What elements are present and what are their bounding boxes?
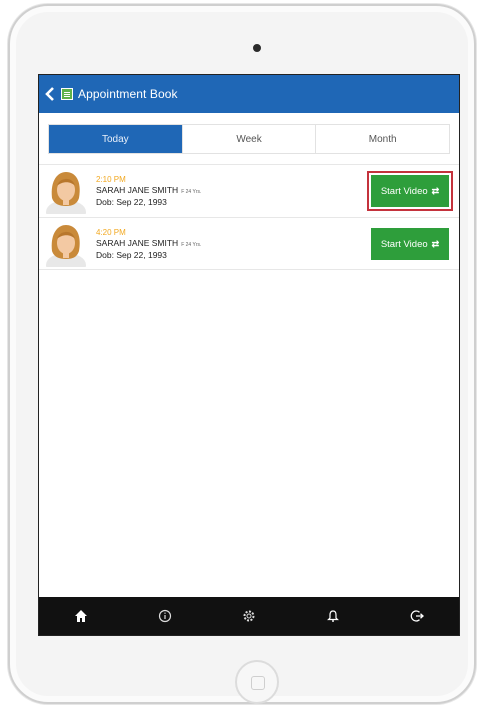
avatar — [44, 221, 88, 267]
avatar — [44, 168, 88, 214]
start-video-label: Start Video — [380, 185, 428, 197]
tab-month[interactable]: Month — [316, 125, 450, 153]
appointment-info: 4:20 PM SARAH JANE SMITH F 24 Yrs. Dob: S… — [96, 228, 201, 260]
appointment-row[interactable]: 4:20 PM SARAH JANE SMITH F 24 Yrs. Dob: S… — [39, 217, 459, 270]
appointment-time: 2:10 PM — [96, 175, 126, 184]
start-video-label: Start Video — [380, 238, 428, 250]
swap-arrows-icon: ⇄ — [431, 185, 440, 196]
camera-dot — [253, 44, 261, 52]
start-video-button[interactable]: Start Video ⇄ — [367, 171, 453, 211]
app-header: Appointment Book — [39, 75, 459, 113]
appointment-row[interactable]: 2:10 PM SARAH JANE SMITH F 24 Yrs. Dob: S… — [39, 164, 459, 217]
patient-meta: F 24 Yrs. — [181, 189, 202, 195]
swap-arrows-icon: ⇄ — [431, 238, 440, 249]
patient-name-text: SARAH JANE SMITH — [96, 185, 179, 195]
patient-name: SARAH JANE SMITH F 24 Yrs. — [96, 185, 201, 197]
appointment-time: 4:20 PM — [96, 227, 126, 237]
appointment-info: 2:10 PM SARAH JANE SMITH F 24 Yrs. Dob: S… — [96, 175, 201, 207]
page-title: Appointment Book — [78, 87, 178, 101]
bottom-nav — [39, 597, 459, 635]
bell-icon[interactable] — [313, 597, 353, 635]
home-icon[interactable] — [61, 597, 101, 635]
device-home-button[interactable] — [235, 660, 279, 704]
date-range-tabs: Today Week Month — [48, 124, 450, 154]
settings-icon[interactable] — [229, 597, 269, 635]
patient-dob: Dob: Sep 22, 1993 — [96, 249, 167, 260]
app-logo-icon — [61, 88, 73, 100]
patient-meta: F 24 Yrs. — [181, 241, 202, 248]
info-icon[interactable] — [145, 597, 185, 635]
tab-today[interactable]: Today — [49, 125, 183, 153]
tab-week[interactable]: Week — [182, 125, 317, 153]
logout-icon[interactable] — [397, 597, 437, 635]
chevron-left-icon[interactable] — [41, 75, 59, 113]
start-video-button[interactable]: Start Video ⇄ — [371, 228, 449, 260]
patient-name-text: SARAH JANE SMITH — [96, 237, 179, 248]
appointment-list: 2:10 PM SARAH JANE SMITH F 24 Yrs. Dob: S… — [39, 164, 459, 270]
app-screen: Appointment Book Today Week Month 2:10 P… — [38, 74, 460, 636]
patient-name: SARAH JANE SMITH F 24 Yrs. — [96, 238, 201, 250]
patient-dob: Dob: Sep 22, 1993 — [96, 197, 167, 207]
